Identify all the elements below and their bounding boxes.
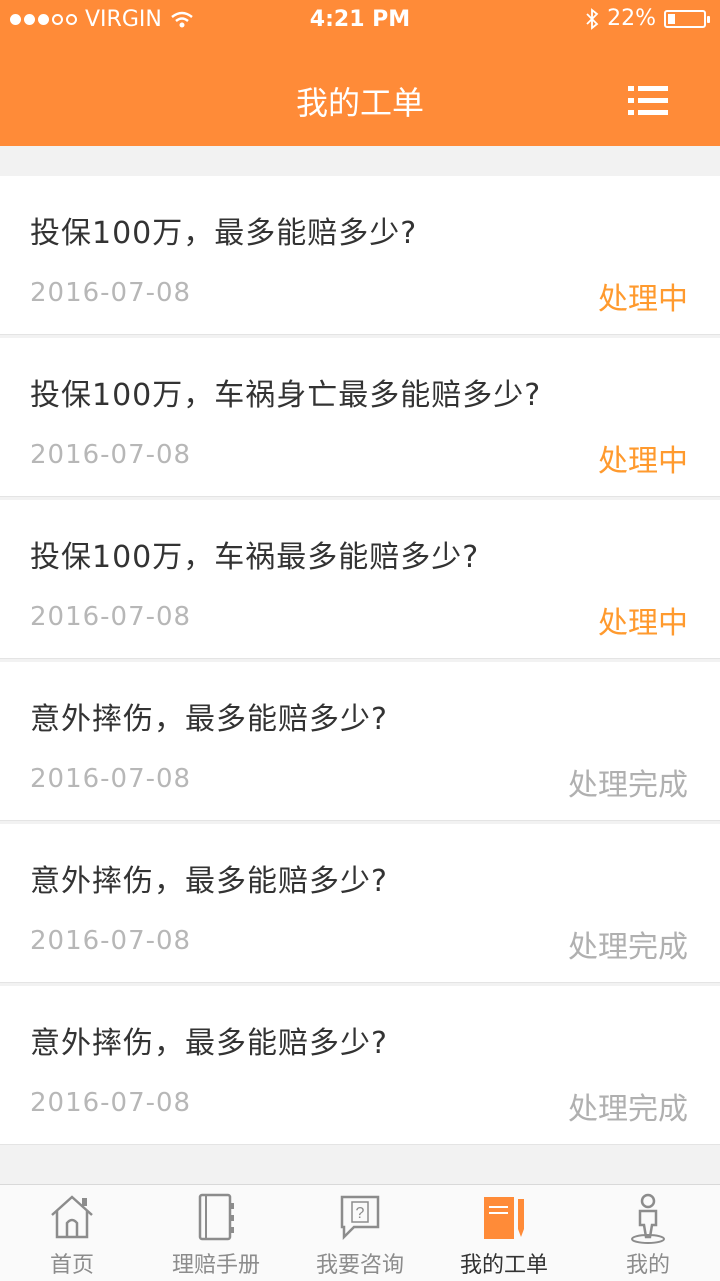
list-menu-button[interactable]: [628, 86, 668, 116]
tab-consult[interactable]: ? 我要咨询: [288, 1185, 432, 1281]
ticket-date: 2016-07-08: [30, 764, 192, 794]
ticket-status: 处理中: [598, 444, 688, 479]
ticket-date: 2016-07-08: [30, 602, 192, 632]
status-bar: VIRGIN 4:21 PM 22%: [0, 0, 720, 40]
ticket-question: 投保100万，车祸最多能赔多少?: [30, 540, 480, 575]
tab-home-label: 首页: [49, 1253, 94, 1278]
battery-icon: [664, 9, 710, 28]
ticket-item[interactable]: 意外摔伤，最多能赔多少? 2016-07-08 处理完成: [0, 824, 720, 983]
tab-home[interactable]: 首页: [0, 1185, 144, 1281]
ticket-item[interactable]: 投保100万，最多能赔多少? 2016-07-08 处理中: [0, 176, 720, 335]
ticket-item[interactable]: 投保100万，车祸身亡最多能赔多少? 2016-07-08 处理中: [0, 338, 720, 497]
ticket-question: 意外摔伤，最多能赔多少?: [30, 864, 388, 899]
ticket-question: 意外摔伤，最多能赔多少?: [30, 1026, 388, 1061]
app-header: VIRGIN 4:21 PM 22% 我的工单: [0, 0, 720, 146]
user-icon: [631, 1193, 665, 1244]
ticket-list: 投保100万，最多能赔多少? 2016-07-08 处理中 投保100万，车祸身亡最多…: [0, 176, 720, 1148]
ticket-question: 意外摔伤，最多能赔多少?: [30, 702, 388, 737]
tab-my-tickets[interactable]: 我的工单: [432, 1185, 576, 1281]
ticket-item[interactable]: 意外摔伤，最多能赔多少? 2016-07-08 处理完成: [0, 986, 720, 1145]
ticket-status: 处理完成: [568, 768, 688, 803]
tab-claims-manual[interactable]: 理赔手册: [144, 1185, 288, 1281]
ticket-question: 投保100万，车祸身亡最多能赔多少?: [30, 378, 542, 413]
bluetooth-icon: [586, 7, 599, 30]
ticket-question: 投保100万，最多能赔多少?: [30, 216, 418, 251]
ticket-icon: [484, 1197, 524, 1239]
question-icon: ?: [340, 1195, 380, 1241]
ticket-status: 处理完成: [568, 930, 688, 965]
ticket-status: 处理完成: [568, 1092, 688, 1127]
ticket-item[interactable]: 投保100万，车祸最多能赔多少? 2016-07-08 处理中: [0, 500, 720, 659]
battery-percentage: 22%: [607, 6, 656, 31]
ticket-status: 处理中: [598, 282, 688, 317]
tab-bar: 首页 理赔手册 ? 我要咨询 我的工单 我的: [0, 1184, 720, 1281]
ticket-date: 2016-07-08: [30, 440, 192, 470]
tab-consult-label: 我要咨询: [315, 1253, 404, 1278]
home-icon: [51, 1195, 93, 1239]
svg-text:?: ?: [356, 1205, 365, 1222]
tab-my-tickets-label: 我的工单: [459, 1253, 548, 1278]
tab-claims-manual-label: 理赔手册: [171, 1253, 260, 1278]
ticket-date: 2016-07-08: [30, 926, 192, 956]
tab-me[interactable]: 我的: [576, 1185, 720, 1281]
tab-me-label: 我的: [625, 1253, 670, 1278]
ticket-status: 处理中: [598, 606, 688, 641]
ticket-item[interactable]: 意外摔伤，最多能赔多少? 2016-07-08 处理完成: [0, 662, 720, 821]
ticket-date: 2016-07-08: [30, 1088, 192, 1118]
ticket-date: 2016-07-08: [30, 278, 192, 308]
page-title: 我的工单: [295, 84, 424, 122]
book-icon: [198, 1193, 234, 1241]
